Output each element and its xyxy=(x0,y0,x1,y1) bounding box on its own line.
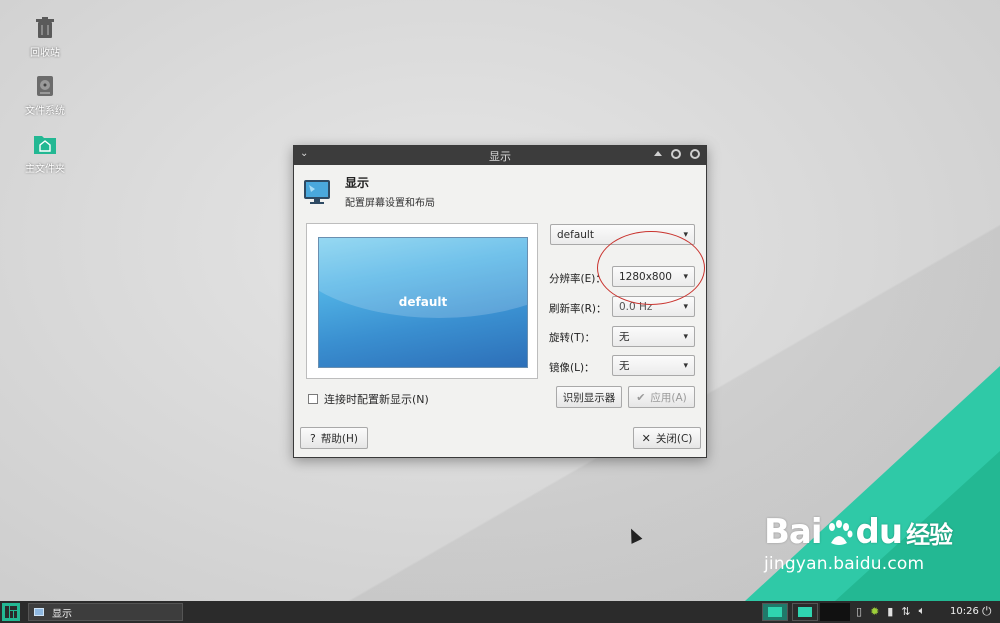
chevron-down-icon: ▾ xyxy=(683,360,688,371)
output-select[interactable]: default ▾ xyxy=(550,224,695,245)
update-gear-icon[interactable]: ✹ xyxy=(870,605,879,618)
chevron-down-icon: ▾ xyxy=(683,271,688,282)
mirror-select-value: 无 xyxy=(619,360,630,372)
header-subtitle: 配置屏幕设置和布局 xyxy=(345,198,435,209)
display-window-icon xyxy=(34,608,44,616)
volume-icon[interactable]: 🔈︎ xyxy=(919,604,926,618)
help-label: 帮助(H) xyxy=(320,432,358,445)
display-preview-screen[interactable]: default xyxy=(318,237,528,368)
trash-icon xyxy=(33,16,57,40)
system-tray: ▯ ✹ ▮ ⇅ 🔈︎ xyxy=(856,604,925,618)
close-label: 关闭(C) xyxy=(655,432,693,445)
configure-on-connect-label: 连接时配置新显示(N) xyxy=(324,393,429,406)
watermark-url: jingyan.baidu.com xyxy=(764,554,925,574)
taskbar-item-label: 显示 xyxy=(52,608,72,620)
dialog-header: 显示 配置屏幕设置和布局 xyxy=(303,174,435,209)
minimize-button[interactable] xyxy=(671,149,681,159)
power-icon[interactable]: ⏻ xyxy=(982,604,992,619)
desktop-icon-filesystem[interactable]: 文件系统 xyxy=(18,74,72,117)
harddisk-icon xyxy=(33,74,57,98)
taskbar-clock[interactable]: 10:26 xyxy=(950,606,979,617)
watermark-brand-right: du xyxy=(855,512,904,552)
baidu-jingyan-watermark: Bai du 经验 jingyan.baidu.com xyxy=(764,512,953,574)
resolution-label: 分辨率(E)： xyxy=(549,273,606,285)
chevron-down-icon: ▾ xyxy=(683,331,688,342)
manjaro-menu-icon[interactable] xyxy=(2,603,20,621)
rotation-select[interactable]: 无 ▾ xyxy=(612,326,695,347)
watermark-brand-left: Bai xyxy=(764,512,823,552)
network-icon[interactable]: ⇅ xyxy=(901,605,910,618)
preview-display-name: default xyxy=(398,295,448,309)
help-button[interactable]: ? 帮助(H) xyxy=(300,427,368,449)
desktop-icon-label: 主文件夹 xyxy=(25,164,65,175)
workspace-2[interactable] xyxy=(792,603,818,621)
resolution-select[interactable]: 1280x800 ▾ xyxy=(612,266,695,287)
desktop-icon-label: 回收站 xyxy=(30,48,60,59)
monitor-icon xyxy=(303,178,331,206)
mirror-label: 镜像(L)： xyxy=(549,362,595,374)
identify-displays-label: 识别显示器 xyxy=(562,391,616,404)
dialog-titlebar[interactable]: ⌄ 显示 xyxy=(294,146,706,165)
mirror-select[interactable]: 无 ▾ xyxy=(612,355,695,376)
workspace-switcher xyxy=(762,603,818,621)
rotation-label: 旋转(T)： xyxy=(549,332,596,344)
dialog-title: 显示 xyxy=(489,149,511,163)
configure-on-connect-checkbox[interactable] xyxy=(308,394,318,404)
identify-displays-button[interactable]: 识别显示器 xyxy=(556,386,622,408)
mouse-cursor-icon xyxy=(625,526,643,544)
close-button[interactable]: ✕ 关闭(C) xyxy=(633,427,701,449)
resolution-select-value: 1280x800 xyxy=(619,270,672,283)
chevron-down-icon: ▾ xyxy=(683,301,688,312)
checkmark-icon: ✔ xyxy=(636,390,646,404)
close-window-button[interactable] xyxy=(690,149,700,159)
question-mark-icon: ? xyxy=(310,431,316,445)
window-menu-chevron-icon[interactable]: ⌄ xyxy=(300,148,308,159)
tray-separator xyxy=(820,603,850,621)
header-title: 显示 xyxy=(345,176,370,190)
apply-label: 应用(A) xyxy=(650,391,687,404)
desktop-icon-trash[interactable]: 回收站 xyxy=(18,16,72,59)
refresh-rate-select-value: 0.0 Hz xyxy=(619,300,653,313)
display-settings-dialog: ⌄ 显示 显示 配置屏幕设置和布局 default 连接时配置新显示(N) de… xyxy=(293,145,707,458)
watermark-brand-cn: 经验 xyxy=(906,520,953,549)
refresh-rate-label: 刷新率(R)： xyxy=(549,303,607,315)
home-folder-icon xyxy=(33,132,57,156)
rotation-select-value: 无 xyxy=(619,331,630,343)
workspace-1[interactable] xyxy=(762,603,788,621)
configure-on-connect-row[interactable]: 连接时配置新显示(N) xyxy=(308,391,429,407)
close-icon: ✕ xyxy=(641,431,651,445)
apply-button[interactable]: ✔ 应用(A) xyxy=(628,386,695,408)
display-preview-area: default xyxy=(306,223,538,379)
desktop-icon-label: 文件系统 xyxy=(25,106,65,117)
clipboard-icon[interactable]: ▯ xyxy=(856,605,862,618)
battery-icon[interactable]: ▮ xyxy=(887,605,893,618)
desktop: 回收站 文件系统 主文件夹 ⌄ 显示 显示 配置屏幕设置和布局 default … xyxy=(0,0,1000,601)
baidu-paw-icon xyxy=(824,517,854,547)
desktop-icon-home[interactable]: 主文件夹 xyxy=(18,132,72,175)
shade-window-icon[interactable] xyxy=(654,150,662,156)
taskbar-item-display[interactable]: 显示 xyxy=(28,603,183,621)
taskbar: 显示 ▯ ✹ ▮ ⇅ 🔈︎ 10:26 ⏻ xyxy=(0,601,1000,623)
refresh-rate-select[interactable]: 0.0 Hz ▾ xyxy=(612,296,695,317)
output-select-value: default xyxy=(557,228,594,241)
chevron-down-icon: ▾ xyxy=(683,229,688,240)
